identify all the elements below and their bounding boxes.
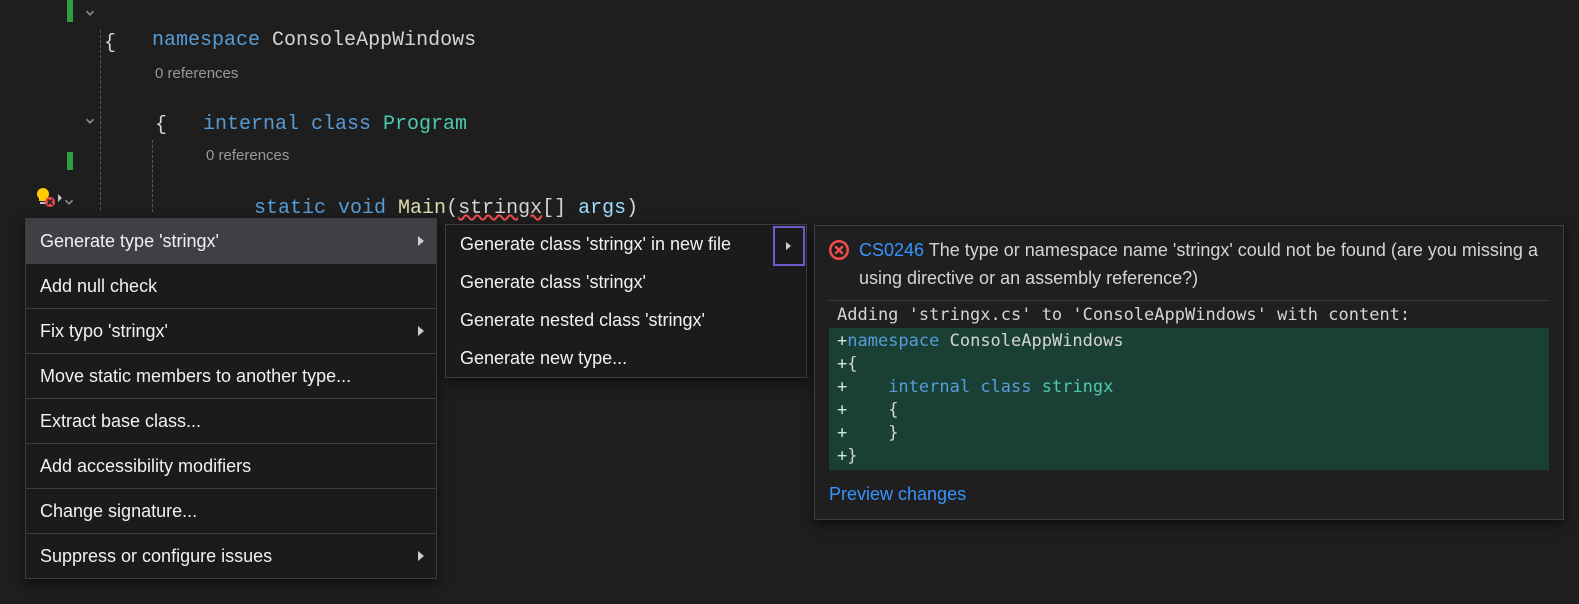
menu-item[interactable]: Add null check: [26, 264, 436, 309]
fix-preview-panel: CS0246 The type or namespace name 'strin…: [814, 225, 1564, 520]
quick-actions-submenu: Generate class 'stringx' in new fileGene…: [445, 224, 807, 378]
fold-chevron-icon[interactable]: [83, 114, 97, 128]
menu-item[interactable]: Change signature...: [26, 489, 436, 534]
codelens-references[interactable]: 0 references: [206, 142, 289, 169]
error-icon: [829, 240, 849, 260]
error-code[interactable]: CS0246: [859, 240, 924, 260]
diff-line: +}: [829, 445, 1549, 468]
quick-actions-menu: Generate type 'stringx'Add null checkFix…: [25, 218, 437, 579]
submenu-item[interactable]: Generate new type...: [446, 339, 806, 377]
separator: [829, 300, 1549, 301]
menu-item[interactable]: Generate type 'stringx': [26, 219, 436, 264]
preview-changes-link[interactable]: Preview changes: [829, 484, 966, 505]
menu-item[interactable]: Extract base class...: [26, 399, 436, 444]
diff-line: +{: [829, 353, 1549, 376]
fold-chevron-icon[interactable]: [83, 6, 97, 20]
error-message: The type or namespace name 'stringx' cou…: [859, 240, 1538, 288]
diff-line: + }: [829, 422, 1549, 445]
diff-header: Adding 'stringx.cs' to 'ConsoleAppWindow…: [829, 305, 1549, 328]
code-line[interactable]: internal class Program: [155, 84, 467, 165]
change-marker: [67, 152, 73, 170]
menu-item[interactable]: Fix typo 'stringx': [26, 309, 436, 354]
lightbulb-quick-actions-icon[interactable]: [34, 186, 64, 213]
code-line[interactable]: {: [155, 112, 167, 139]
diff-line: + internal class stringx: [829, 376, 1549, 399]
submenu-item[interactable]: Generate class 'stringx': [446, 263, 806, 301]
fold-chevron-icon[interactable]: [62, 195, 76, 209]
menu-item[interactable]: Add accessibility modifiers: [26, 444, 436, 489]
submenu-expand-icon[interactable]: [773, 226, 805, 266]
indent-guide: [100, 30, 101, 210]
diff-line: +namespace ConsoleAppWindows: [829, 330, 1549, 353]
submenu-item[interactable]: Generate nested class 'stringx': [446, 301, 806, 339]
indent-guide: [152, 140, 153, 212]
codelens-references[interactable]: 0 references: [155, 60, 238, 87]
error-header: CS0246 The type or namespace name 'strin…: [829, 236, 1549, 292]
diff-line: + {: [829, 399, 1549, 422]
code-line[interactable]: {: [104, 30, 116, 57]
submenu-item[interactable]: Generate class 'stringx' in new file: [446, 225, 806, 263]
menu-item[interactable]: Suppress or configure issues: [26, 534, 436, 578]
menu-item[interactable]: Move static members to another type...: [26, 354, 436, 399]
change-marker: [67, 0, 73, 22]
diff-preview: +namespace ConsoleAppWindows+{+ internal…: [829, 328, 1549, 470]
